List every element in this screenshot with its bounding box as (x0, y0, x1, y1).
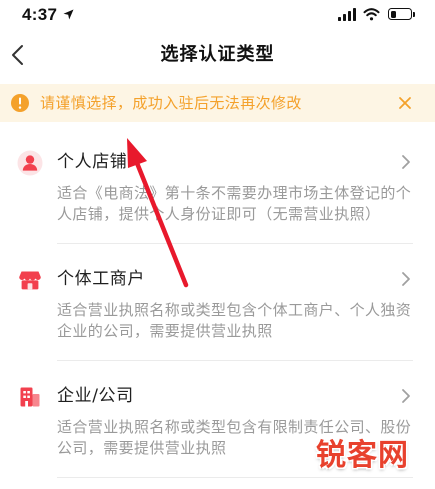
chevron-right-icon (401, 154, 411, 170)
nav-bar: 选择认证类型 (0, 30, 435, 80)
shop-icon (17, 267, 43, 293)
page-title: 选择认证类型 (160, 44, 275, 65)
battery-fill (390, 10, 397, 18)
notice-banner: 请谨慎选择，成功入驻后无法再次修改 (0, 84, 435, 122)
option-title: 个体工商户 (57, 269, 145, 289)
watermark-logo: 锐客网 (316, 438, 409, 473)
status-bar: 4:37 (0, 0, 435, 30)
option-description: 适合《电商法》第十条不需要办理市场主体登记的个人店铺，提供个人身份证即可（无需营… (57, 184, 412, 223)
option-title: 企业/公司 (57, 386, 134, 406)
option-description: 适合营业执照名称或类型包含个体工商户、个人独资企业的公司，需要提供营业执照 (57, 301, 412, 340)
wifi-icon (363, 8, 380, 21)
option-individual-business[interactable]: 个体工商户 适合营业执照名称或类型包含个体工商户、个人独资企业的公司，需要提供营… (0, 244, 435, 361)
warning-icon (10, 93, 30, 113)
certification-type-list: 个人店铺 适合《电商法》第十条不需要办理市场主体登记的个人店铺，提供个人身份证即… (0, 127, 435, 478)
battery-icon (388, 8, 412, 20)
chevron-right-icon (401, 271, 411, 287)
battery-cap (413, 11, 415, 17)
close-icon (399, 97, 411, 109)
chevron-right-icon (401, 388, 411, 404)
notice-text: 请谨慎选择，成功入驻后无法再次修改 (40, 94, 302, 112)
divider (57, 477, 413, 478)
status-time: 4:37 (22, 5, 58, 24)
option-title: 个人店铺 (57, 152, 128, 172)
location-arrow-icon (63, 9, 74, 20)
option-personal-store[interactable]: 个人店铺 适合《电商法》第十条不需要办理市场主体登记的个人店铺，提供个人身份证即… (0, 127, 435, 244)
cellular-signal-icon (338, 8, 356, 21)
person-icon (17, 150, 43, 176)
building-icon (17, 384, 43, 410)
notice-close-button[interactable] (397, 95, 413, 111)
